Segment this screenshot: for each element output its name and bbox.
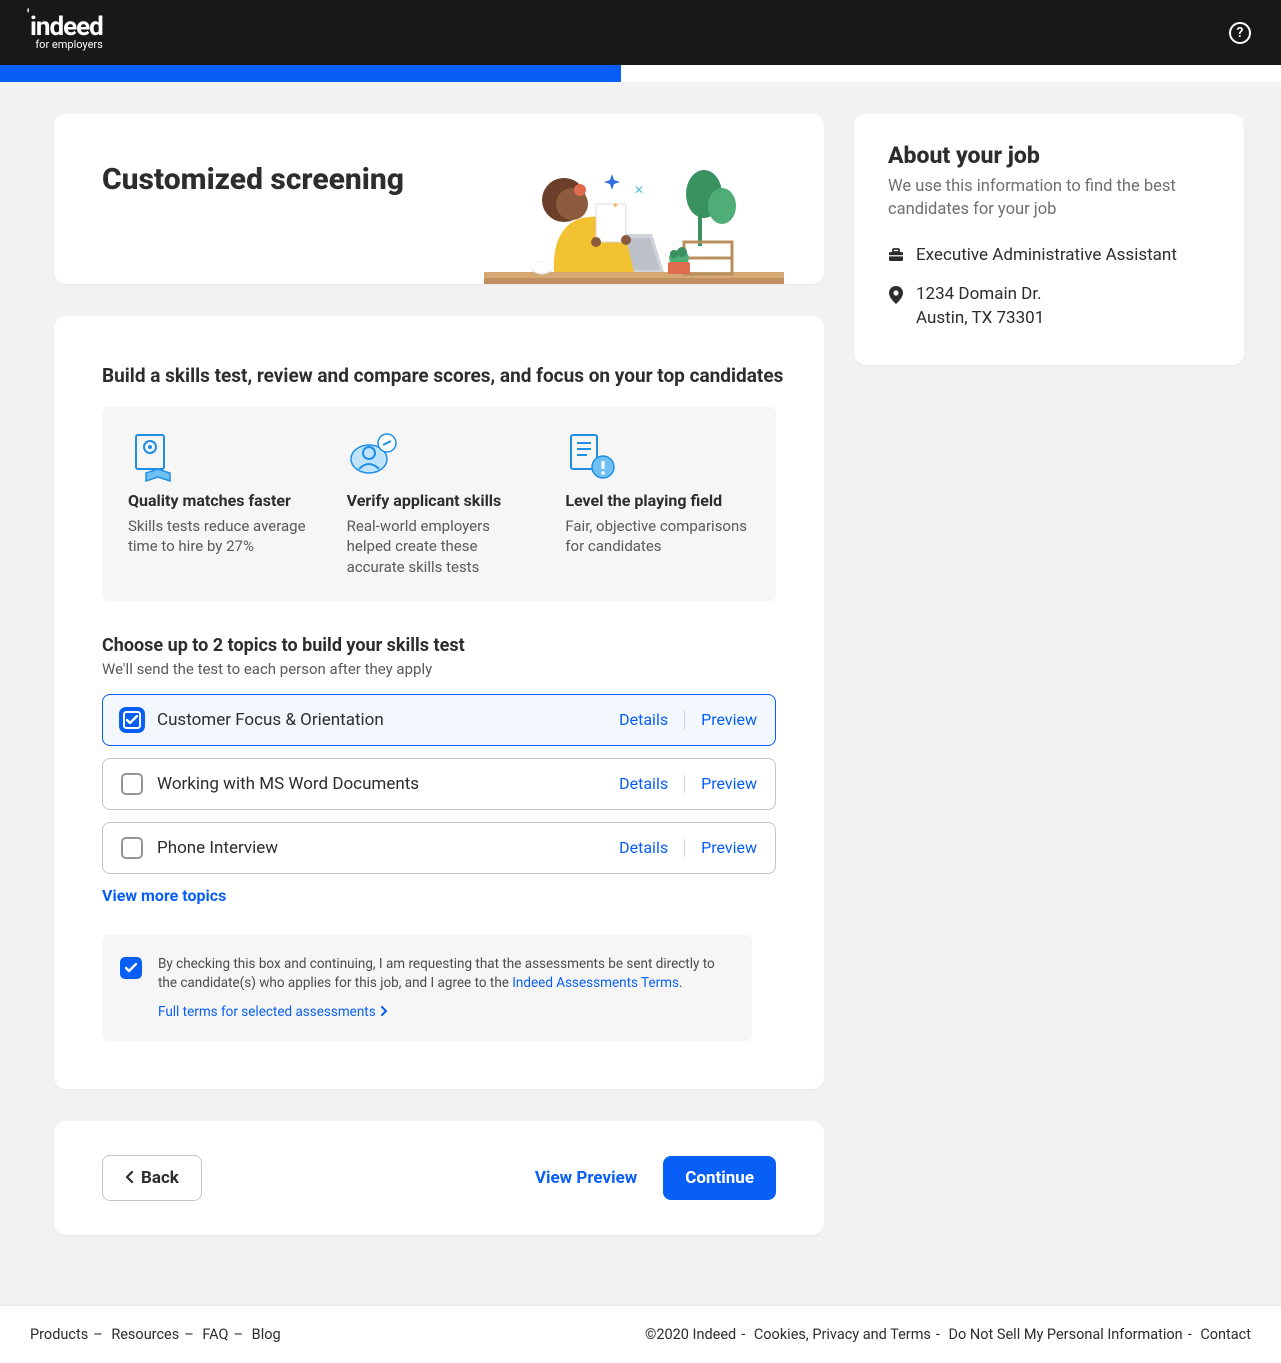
benefit-level: Level the playing field Fair, objective … (565, 431, 750, 577)
nav-right: View Preview Continue (535, 1156, 776, 1200)
help-icon[interactable]: ? (1229, 22, 1251, 44)
footer-cookies[interactable]: Cookies, Privacy and Terms (754, 1326, 931, 1343)
consent-text-b: . (679, 975, 683, 991)
topic-row[interactable]: Customer Focus & Orientation Details Pre… (102, 694, 776, 746)
job-location-row: 1234 Domain Dr. Austin, TX 73301 (888, 282, 1210, 331)
topic-row[interactable]: Working with MS Word Documents Details P… (102, 758, 776, 810)
continue-button[interactable]: Continue (663, 1156, 776, 1200)
about-meta: Executive Administrative Assistant 1234 … (888, 243, 1210, 331)
benefit-title: Verify applicant skills (347, 491, 532, 510)
view-preview-link[interactable]: View Preview (535, 1168, 637, 1188)
addr-line1: 1234 Domain Dr. (916, 284, 1042, 304)
topic-row[interactable]: Phone Interview Details Preview (102, 822, 776, 874)
addr-line2: Austin, TX 73301 (916, 308, 1044, 328)
continue-label: Continue (685, 1168, 754, 1188)
location-pin-icon (888, 286, 904, 308)
footer-faq[interactable]: FAQ (202, 1326, 228, 1343)
about-job-card: About your job We use this information t… (854, 114, 1244, 365)
footer-copyright: ©2020 Indeed (645, 1326, 736, 1343)
screening-card: Build a skills test, review and compare … (54, 316, 824, 1089)
topic-actions: Details Preview (619, 838, 757, 857)
benefit-desc: Real-world employers helped create these… (347, 516, 532, 577)
job-location: 1234 Domain Dr. Austin, TX 73301 (916, 282, 1044, 331)
consent-checkbox[interactable] (120, 957, 142, 979)
details-link[interactable]: Details (619, 710, 668, 729)
footer-left: Products– Resources– FAQ– Blog (30, 1326, 281, 1343)
footer-products[interactable]: Products (30, 1326, 88, 1343)
benefit-title: Quality matches faster (128, 491, 313, 510)
side-column: About your job We use this information t… (854, 114, 1244, 365)
footer-blog[interactable]: Blog (252, 1326, 281, 1343)
choose-title: Choose up to 2 topics to build your skil… (102, 635, 776, 656)
separator (684, 711, 685, 729)
topic-checkbox[interactable] (121, 837, 143, 859)
job-title-row: Executive Administrative Assistant (888, 243, 1210, 268)
chevron-left-icon (125, 1168, 135, 1188)
screening-headline: Build a skills test, review and compare … (102, 364, 800, 387)
preview-link[interactable]: Preview (701, 710, 757, 729)
topic-label: Customer Focus & Orientation (157, 710, 605, 730)
separator (684, 839, 685, 857)
progress-fill (0, 65, 621, 82)
back-button[interactable]: Back (102, 1155, 202, 1201)
job-title: Executive Administrative Assistant (916, 243, 1177, 268)
logo-main: indeed (30, 14, 103, 40)
topic-label: Phone Interview (157, 838, 605, 858)
benefit-title: Level the playing field (565, 491, 750, 510)
details-link[interactable]: Details (619, 838, 668, 857)
benefit-quality: Quality matches faster Skills tests redu… (128, 431, 313, 577)
benefit-verify: Verify applicant skills Real-world emplo… (347, 431, 532, 577)
briefcase-icon (888, 247, 904, 267)
footer-contact[interactable]: Contact (1200, 1326, 1251, 1343)
back-label: Back (141, 1168, 179, 1188)
topic-label: Working with MS Word Documents (157, 774, 605, 794)
benefit-desc: Fair, objective comparisons for candidat… (565, 516, 750, 557)
details-link[interactable]: Details (619, 774, 668, 793)
benefits-row: Quality matches faster Skills tests redu… (102, 407, 776, 601)
topic-actions: Details Preview (619, 710, 757, 729)
choose-section: Choose up to 2 topics to build your skil… (102, 635, 776, 1042)
indeed-logo[interactable]: indeed for employers (30, 14, 103, 51)
consent-text: By checking this box and continuing, I a… (158, 955, 730, 1022)
full-terms-label: Full terms for selected assessments (158, 1003, 376, 1022)
main-column: Customized screening (54, 114, 824, 1235)
choose-subtitle: We'll send the test to each person after… (102, 660, 776, 678)
hero-illustration: ✕ ✦ (484, 154, 784, 284)
topic-actions: Details Preview (619, 774, 757, 793)
preview-link[interactable]: Preview (701, 838, 757, 857)
svg-text:✕: ✕ (634, 183, 644, 197)
page-footer: Products– Resources– FAQ– Blog ©2020 Ind… (0, 1305, 1281, 1363)
about-desc: We use this information to find the best… (888, 175, 1210, 221)
view-more-link[interactable]: View more topics (102, 886, 776, 905)
hero-card: Customized screening (54, 114, 824, 284)
certificate-icon (128, 431, 180, 483)
topic-checkbox[interactable] (121, 709, 143, 731)
footer-resources[interactable]: Resources (111, 1326, 179, 1343)
progress-bar (0, 65, 1281, 82)
topic-checkbox[interactable] (121, 773, 143, 795)
person-speech-icon (347, 431, 399, 483)
checklist-icon (565, 431, 617, 483)
chevron-right-icon (380, 1003, 388, 1022)
benefit-desc: Skills tests reduce average time to hire… (128, 516, 313, 557)
nav-card: Back View Preview Continue (54, 1121, 824, 1235)
footer-right: ©2020 Indeed- Cookies, Privacy and Terms… (645, 1326, 1251, 1343)
footer-dns[interactable]: Do Not Sell My Personal Information (949, 1326, 1183, 1343)
full-terms-link[interactable]: Full terms for selected assessments (158, 1003, 388, 1022)
preview-link[interactable]: Preview (701, 774, 757, 793)
assessments-terms-link[interactable]: Indeed Assessments Terms (512, 975, 679, 991)
page-body: Customized screening (0, 82, 1281, 1235)
consent-box: By checking this box and continuing, I a… (102, 935, 752, 1042)
separator (684, 775, 685, 793)
about-title: About your job (888, 142, 1210, 169)
app-header: indeed for employers ? (0, 0, 1281, 65)
svg-text:✦: ✦ (612, 201, 619, 210)
